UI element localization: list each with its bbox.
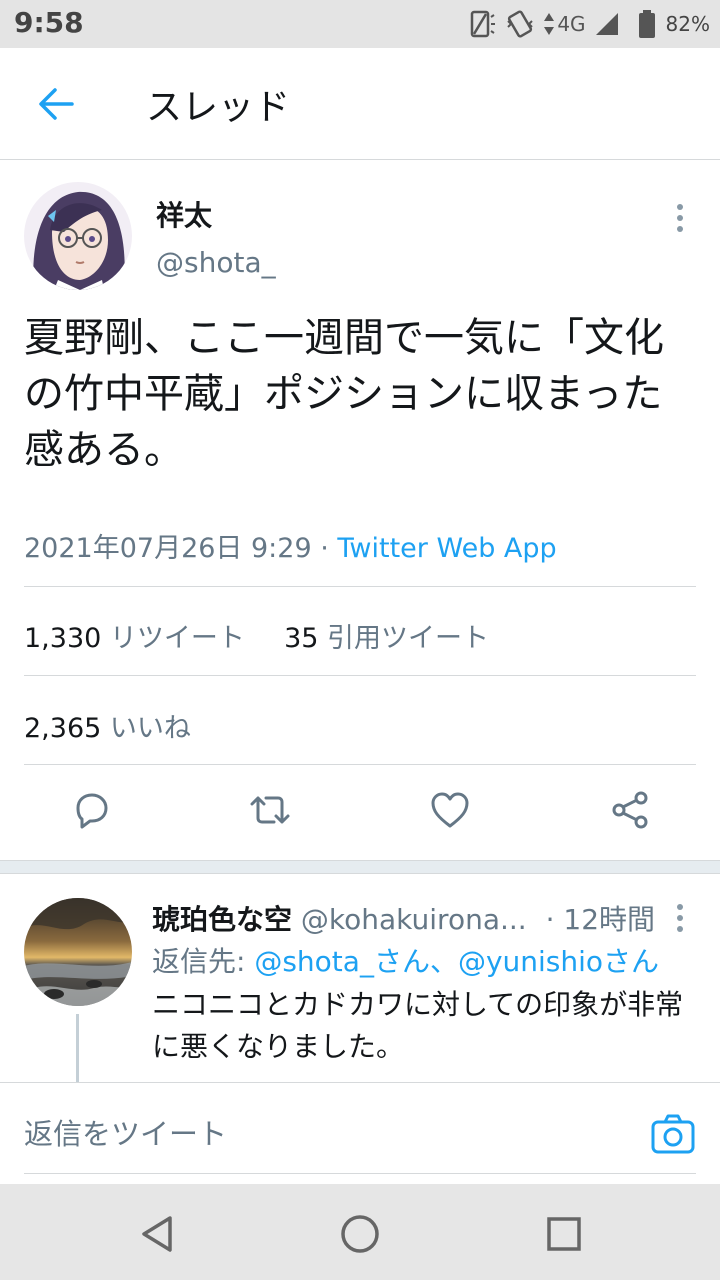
retweet-icon bbox=[250, 796, 290, 824]
tweet-text: 夏野剛、ここ一週間で一気に「文化の竹中平蔵」ポジションに収まった感ある。 bbox=[24, 315, 664, 473]
divider bbox=[24, 586, 696, 587]
main-tweet: 祥太 @shota_ 夏野剛、ここ一週間で一気に「文化の竹中平蔵」ポジションに収… bbox=[0, 160, 720, 860]
sunset-seascape-avatar-image bbox=[24, 898, 132, 1006]
reply-input[interactable]: 返信をツイート bbox=[24, 1111, 624, 1153]
signal-icon bbox=[595, 13, 618, 35]
system-navigation-bar bbox=[0, 1184, 720, 1280]
divider bbox=[24, 675, 696, 676]
author-avatar[interactable] bbox=[24, 182, 132, 290]
data-arrows-icon bbox=[544, 13, 555, 35]
anime-avatar-image bbox=[24, 182, 132, 290]
network-type: 4G bbox=[557, 12, 586, 36]
camera-icon bbox=[651, 1114, 695, 1154]
tweet-timestamp: 2021年07月26日 9:29 bbox=[24, 533, 312, 564]
nav-home-button[interactable] bbox=[338, 1212, 382, 1256]
home-circle-icon bbox=[341, 1215, 379, 1253]
retweets-count: 1,330 bbox=[24, 623, 102, 654]
tweet-source-link[interactable]: Twitter Web App bbox=[337, 533, 556, 564]
battery-percent: 82% bbox=[665, 12, 710, 36]
like-icon bbox=[431, 792, 469, 828]
reply-text: ニコニコとカドカワに対しての印象が非常に悪くなりました。 bbox=[152, 988, 684, 1063]
quotes-label: 引用ツイート bbox=[327, 623, 490, 654]
arrow-left-icon bbox=[39, 88, 74, 120]
reply-more-options-button[interactable] bbox=[660, 898, 700, 938]
recents-square-icon bbox=[547, 1217, 581, 1251]
reply-to-users-link[interactable]: @shota_さん、@yunishioさん bbox=[254, 945, 659, 978]
likes-count: 2,365 bbox=[24, 713, 102, 744]
reply-to-line: 返信先: @shota_さん、@yunishioさん bbox=[152, 940, 659, 980]
like-button[interactable] bbox=[428, 788, 472, 832]
tweet-metadata: 2021年07月26日 9:29 · Twitter Web App bbox=[24, 526, 557, 565]
section-separator bbox=[0, 860, 720, 874]
battery-icon bbox=[638, 10, 655, 38]
reply-to-prefix: 返信先: bbox=[152, 945, 255, 978]
back-button[interactable] bbox=[26, 76, 86, 132]
screen-rotate-icon bbox=[471, 10, 496, 38]
retweet-stats[interactable]: 1,330 リツイート 35 引用ツイート bbox=[24, 616, 489, 655]
meta-separator: · bbox=[311, 533, 338, 564]
reply-button[interactable] bbox=[68, 788, 112, 832]
more-vertical-icon bbox=[677, 204, 683, 232]
share-button[interactable] bbox=[608, 788, 652, 832]
status-time: 9:58 bbox=[14, 6, 84, 39]
nav-back-button[interactable] bbox=[136, 1212, 180, 1256]
retweet-button[interactable] bbox=[248, 788, 292, 832]
reply-header: 琥珀色な空 @kohakuirona... · 12時間 bbox=[152, 898, 655, 938]
author-handle: @shota_ bbox=[156, 246, 276, 279]
nav-recents-button[interactable] bbox=[542, 1212, 586, 1256]
tweet-actions bbox=[0, 780, 720, 840]
reply-icon bbox=[76, 793, 108, 829]
more-options-button[interactable] bbox=[660, 198, 700, 238]
camera-button[interactable] bbox=[650, 1111, 696, 1157]
back-triangle-icon bbox=[142, 1216, 172, 1252]
likes-stats[interactable]: 2,365 いいね bbox=[24, 706, 191, 745]
vibrate-icon bbox=[507, 10, 534, 38]
share-icon bbox=[612, 791, 648, 829]
quotes-count: 35 bbox=[284, 623, 319, 654]
retweets-label: リツイート bbox=[109, 623, 245, 654]
reply-author-name[interactable]: 琥珀色な空 bbox=[152, 903, 292, 936]
reply-author-handle: @kohakuirona... bbox=[300, 903, 527, 936]
more-vertical-icon bbox=[677, 904, 683, 932]
author-name[interactable]: 祥太 bbox=[156, 194, 212, 234]
reply-avatar[interactable] bbox=[24, 898, 132, 1006]
thread-connector-line bbox=[76, 1014, 79, 1082]
compose-reply-bar: 返信をツイート bbox=[0, 1082, 720, 1184]
page-title: スレッド bbox=[146, 87, 291, 128]
reply-tweet[interactable]: 琥珀色な空 @kohakuirona... · 12時間 返信先: @shota… bbox=[0, 874, 720, 1082]
likes-label: いいね bbox=[109, 713, 191, 744]
top-app-bar: スレッド bbox=[0, 48, 720, 160]
status-icons: 4G 82% bbox=[467, 6, 710, 42]
divider bbox=[24, 764, 696, 765]
status-bar: 9:58 4G 82% bbox=[0, 0, 720, 48]
reply-time: · 12時間 bbox=[545, 903, 656, 936]
compose-underline bbox=[24, 1173, 696, 1174]
